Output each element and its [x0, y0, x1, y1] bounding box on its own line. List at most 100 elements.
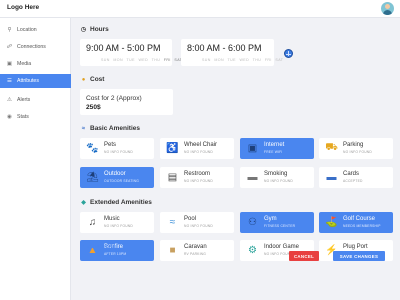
amenity-outdoor[interactable]: ⛱ Outdoor OUTDOOR SEATING: [80, 167, 154, 188]
restroom-icon: ▤: [167, 172, 178, 183]
amenity-smoking[interactable]: ▬ Smoking NO INFO FOUND: [240, 167, 314, 188]
amenity-name: Music: [104, 216, 120, 222]
avatar-head: [385, 4, 390, 9]
amenity-name: Gym: [264, 216, 277, 222]
sidebar-item-media[interactable]: ▣ Media: [0, 57, 71, 71]
sidebar-item-connections[interactable]: ☍ Connections: [0, 40, 71, 54]
amenity-sub: NO INFO FOUND: [264, 179, 293, 183]
media-icon: ▣: [6, 61, 13, 67]
cost-label: Cost for 2 (Approx): [86, 95, 142, 102]
outdoor-icon: ⛱: [86, 172, 99, 183]
amenity-golf-course[interactable]: ⛳ Golf Course NEEDS MEMBERSHIP: [319, 212, 393, 233]
amenity-name: Internet: [264, 142, 285, 148]
amenity-name: Caravan: [184, 244, 207, 250]
user-avatar[interactable]: [381, 2, 394, 15]
clock-icon: ◷: [80, 27, 87, 33]
add-hours-icon[interactable]: [284, 49, 293, 58]
amenity-sub: NO INFO FOUND: [104, 224, 133, 228]
amenity-music[interactable]: ♫ Music NO INFO FOUND: [80, 212, 154, 233]
wifi-icon: ≈: [81, 125, 86, 132]
gym-icon: ⚇: [248, 217, 257, 228]
amenity-caravan[interactable]: ■ Caravan RV PARKING: [160, 240, 234, 261]
day-label: FRI: [264, 58, 272, 62]
amenity-sub: FREE WIFI: [264, 150, 283, 154]
bell-icon: ⚠: [6, 97, 12, 103]
golf-icon: ⛳: [325, 217, 338, 228]
day-label: SUN: [202, 58, 211, 62]
amenity-name: Parking: [343, 142, 364, 148]
amenity-pets[interactable]: 🐾 Pets NO INFO FOUND: [80, 138, 154, 159]
connections-icon: ☍: [6, 44, 13, 50]
sidebar-item-label: Alerts: [17, 97, 31, 103]
indoor-game-icon: ⚙: [248, 245, 257, 256]
hours-card[interactable]: 8:00 AM - 6:00 PM SUN MON TUE WED THU FR…: [181, 39, 283, 66]
amenity-sub: AFTER 10PM: [104, 252, 127, 256]
internet-icon: ▣: [247, 143, 258, 154]
hours-time: 9:00 AM - 5:00 PM: [86, 43, 161, 53]
amenity-name: Restroom: [184, 171, 211, 177]
amenity-sub: FITNESS CENTER: [264, 224, 296, 228]
amenity-restroom[interactable]: ▤ Restroom NO INFO FOUND: [160, 167, 234, 188]
amenity-sub: NO INFO FOUND: [343, 150, 372, 154]
smoking-icon: ▬: [247, 172, 258, 183]
amenity-wheel-chair[interactable]: ♿ Wheel Chair NO INFO FOUND: [160, 138, 234, 159]
attributes-icon: ☰: [6, 78, 12, 84]
view-more-link[interactable]: + VIEW MORE: [82, 244, 116, 249]
extended-amenities-heading: ◆ Extended Amenities: [80, 199, 152, 206]
logo[interactable]: Logo Here: [7, 4, 39, 11]
hours-title: Hours: [90, 26, 109, 33]
day-label: TUE: [227, 58, 236, 62]
sidebar-item-label: Media: [17, 61, 32, 67]
amenity-name: Outdoor: [104, 171, 126, 177]
sidebar-item-location[interactable]: ⚲ Location: [0, 23, 71, 37]
sidebar-item-label: Location: [17, 27, 37, 33]
amenity-sub: OUTDOOR SEATING: [104, 179, 139, 183]
hours-time: 8:00 AM - 6:00 PM: [187, 43, 262, 53]
hours-card[interactable]: 9:00 AM - 5:00 PM SUN MON TUE WED THU FR…: [80, 39, 182, 66]
diamond-icon: ◆: [81, 200, 86, 206]
amenity-name: Wheel Chair: [184, 142, 218, 148]
sidebar-item-label: Attributes: [17, 78, 39, 84]
basic-amenities-title: Basic Amenities: [90, 125, 140, 132]
wheelchair-icon: ♿: [166, 143, 179, 154]
sidebar-item-label: Connections: [17, 44, 46, 50]
cost-title: Cost: [90, 76, 105, 83]
day-label: MON: [113, 58, 123, 62]
day-label: SAT: [275, 58, 284, 62]
pets-icon: 🐾: [86, 143, 99, 154]
basic-amenities-heading: ≈ Basic Amenities: [80, 125, 140, 132]
cards-icon: ▬: [326, 172, 337, 183]
sidebar-item-stats[interactable]: ◉ Stats: [0, 110, 71, 124]
extended-amenities-title: Extended Amenities: [90, 199, 152, 206]
hours-days: SUN MON TUE WED THU FRI SAT: [202, 58, 286, 62]
amenity-gym[interactable]: ⚇ Gym FITNESS CENTER: [240, 212, 314, 233]
day-label: FRI: [163, 58, 171, 62]
pool-icon: ≈: [169, 217, 176, 228]
cost-heading: ● Cost: [80, 76, 105, 83]
save-changes-button[interactable]: SAVE CHANGES: [333, 251, 385, 261]
amenity-name: Plug Port: [343, 244, 368, 250]
hours-days: SUN MON TUE WED THU FRI SAT: [101, 58, 185, 62]
day-label: MON: [214, 58, 224, 62]
amenity-sub: NO INFO FOUND: [184, 150, 213, 154]
amenity-sub: NO INFO FOUND: [104, 150, 133, 154]
sidebar: ⚲ Location ☍ Connections ▣ Media ☰ Attri…: [0, 18, 71, 300]
amenity-internet[interactable]: ▣ Internet FREE WIFI: [240, 138, 314, 159]
amenity-name: Pool: [184, 216, 197, 222]
amenity-sub: RV PARKING: [184, 252, 207, 256]
amenity-name: Pets: [104, 142, 117, 148]
stats-icon: ◉: [7, 114, 12, 120]
avatar-body: [383, 10, 392, 15]
amenity-parking[interactable]: ⛟ Parking NO INFO FOUND: [319, 138, 393, 159]
cost-card[interactable]: Cost for 2 (Approx) 250$: [80, 89, 173, 115]
music-icon: ♫: [88, 217, 97, 228]
coin-icon: ●: [81, 76, 86, 83]
amenity-pool[interactable]: ≈ Pool NO INFO FOUND: [160, 212, 234, 233]
cancel-button[interactable]: CANCEL: [289, 251, 319, 261]
day-label: WED: [138, 58, 149, 62]
amenity-name: Smoking: [264, 171, 288, 177]
amenity-cards[interactable]: ▬ Cards ACCEPTED: [319, 167, 393, 188]
sidebar-item-attributes[interactable]: ☰ Attributes: [0, 74, 71, 88]
sidebar-item-alerts[interactable]: ⚠ Alerts: [0, 93, 71, 107]
amenity-name: Golf Course: [343, 216, 376, 222]
